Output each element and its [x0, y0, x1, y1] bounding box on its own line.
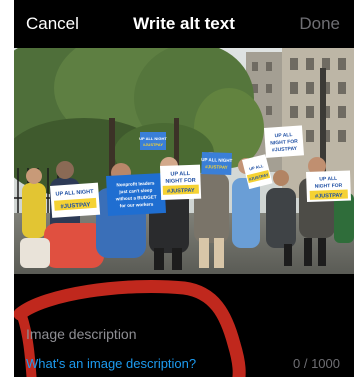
header-bar: Cancel Write alt text Done — [14, 0, 354, 48]
svg-text:NIGHT FOR: NIGHT FOR — [315, 183, 343, 190]
svg-text:UP ALL: UP ALL — [275, 132, 293, 139]
svg-text:UP ALL NIGHT: UP ALL NIGHT — [139, 136, 167, 141]
sign-7: UP ALL NIGHT FOR #JUSTPAY — [264, 125, 305, 158]
sign-4: UP ALL NIGHT #JUSTPAY — [201, 152, 233, 176]
image-description-input[interactable] — [26, 324, 326, 344]
sign-1: UP ALL NIGHT #JUSTPAY — [49, 182, 101, 218]
svg-text:UP ALL: UP ALL — [319, 176, 337, 183]
svg-text:#JUSTPAY: #JUSTPAY — [143, 142, 163, 147]
image-description-help-link[interactable]: What's an image description? — [26, 356, 196, 371]
protest-photo: UP ALL NIGHT #JUSTPAY Nonprofit leaders … — [14, 48, 354, 274]
alt-text-screen: Cancel Write alt text Done UP ALL NIGHT … — [14, 0, 354, 377]
svg-text:#JUSTPAY: #JUSTPAY — [167, 188, 195, 195]
sign-2: Nonprofit leaders just can't sleep witho… — [105, 172, 167, 216]
svg-text:UP ALL: UP ALL — [170, 171, 190, 178]
photo-preview: UP ALL NIGHT #JUSTPAY Nonprofit leaders … — [14, 48, 354, 274]
sign-5: UP ALL NIGHT #JUSTPAY — [139, 132, 167, 150]
svg-text:#JUSTPAY: #JUSTPAY — [205, 164, 228, 170]
svg-text:#JUSTPAY: #JUSTPAY — [315, 193, 343, 200]
done-button[interactable]: Done — [299, 14, 340, 34]
sign-3: UP ALL NIGHT FOR #JUSTPAY — [160, 164, 202, 200]
character-counter: 0 / 1000 — [293, 356, 340, 371]
sign-8: UP ALL NIGHT FOR #JUSTPAY — [306, 170, 352, 202]
svg-text:NIGHT FOR: NIGHT FOR — [165, 178, 195, 185]
description-area: What's an image description? 0 / 1000 — [14, 274, 354, 377]
